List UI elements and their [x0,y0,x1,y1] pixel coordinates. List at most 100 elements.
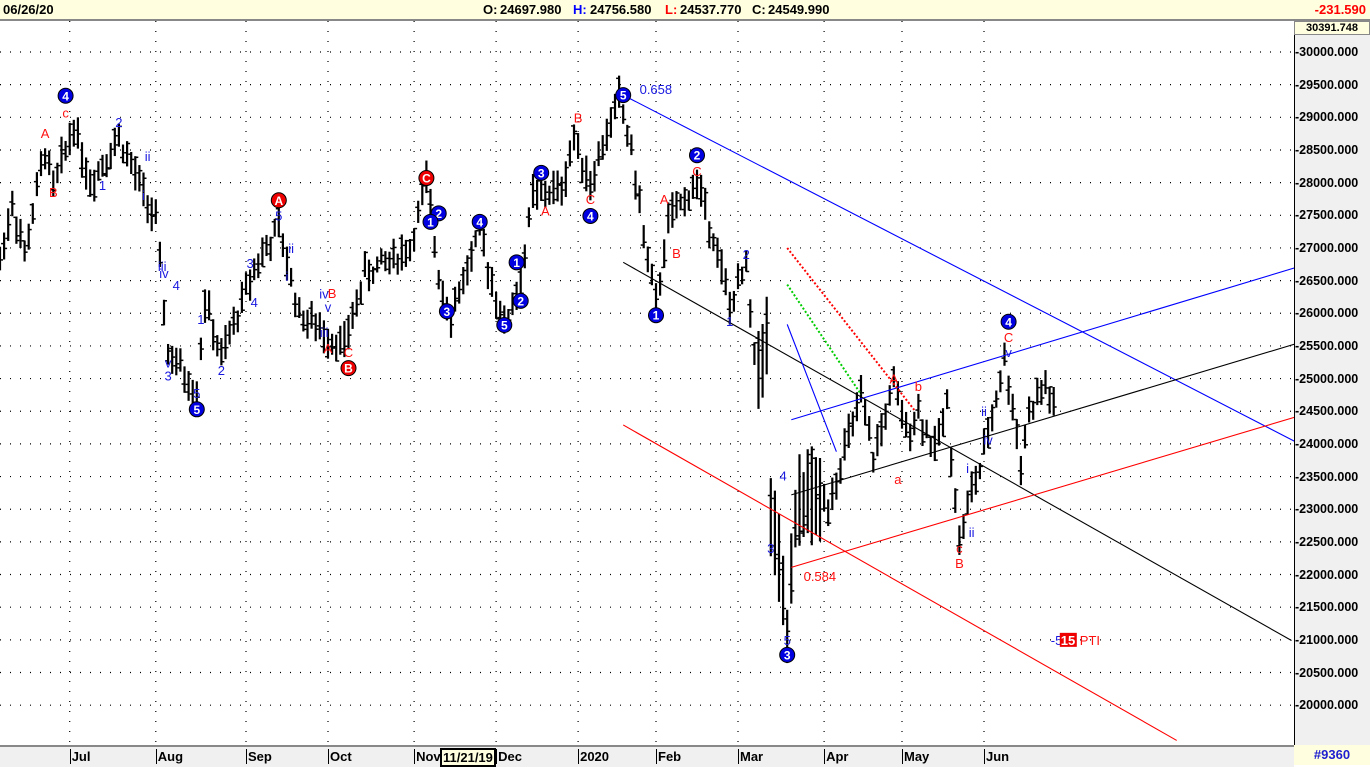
date-axis[interactable]: Jul Aug Sep Oct Nov Dec 2020 Feb Mar Apr May Jun 11/… [0,745,1294,767]
wave-label: i [286,269,289,284]
price-bar [780,555,787,626]
price-bar [706,221,713,249]
price-bar [9,190,16,217]
y-tick-label: -30000.000 [1295,45,1359,59]
wave-label: C [422,172,431,186]
price-bar [304,309,311,339]
price-bar [554,170,561,202]
price-bar [718,249,725,285]
y-tick-label: -24500.000 [1295,404,1359,419]
price-bar [944,389,951,410]
price-bar [821,483,828,512]
price-bar [214,335,221,357]
price-bar [0,246,3,271]
price-bar [185,371,192,401]
wave-label: C [344,345,353,360]
price-bar [579,157,586,184]
wave-label: A [541,204,550,219]
price-axis[interactable]: -20000.000 -20500.000 -21000.000 -21500.000… [1294,21,1370,745]
price-bar [456,281,463,304]
price-bar [1017,455,1024,486]
wave-label: 3 [767,541,774,556]
price-bar [751,342,758,365]
price-bar [1050,387,1057,416]
price-bar [33,172,40,197]
price-bar [648,263,655,286]
wave-label: 4 [476,215,483,229]
wave-label: iii [320,325,329,340]
wave-label: ii [981,404,987,419]
price-bar [394,253,401,275]
price-bar [763,296,770,375]
wave-label: 5 [501,319,508,333]
price-bar [5,208,12,241]
price-bar [398,234,405,271]
price-bar [940,408,946,438]
price-bar [817,458,823,542]
x-tick-label: Oct [328,749,352,764]
price-bar [804,449,811,534]
price-bar [989,404,996,432]
y-tick-label: -28000.000 [1295,175,1359,190]
price-bar [550,170,557,205]
price-bar [210,319,217,351]
price-bar [796,454,803,546]
wave-label: 2 [743,247,750,262]
price-bar [13,216,20,244]
price-chart[interactable]: 4 523413435412215ACBABc BCAABCA bacBCA CB0.5… [0,21,1294,745]
price-bar [628,134,635,156]
price-bar [665,202,672,234]
price-bar [386,251,393,275]
price-bar [489,266,495,297]
x-tick-label: Nov [414,749,441,764]
price-bar [83,157,90,190]
price-bar [25,223,32,250]
wave-label: 3 [784,648,791,662]
price-bar [238,281,245,313]
pti-label: PTI [1080,633,1100,648]
wave-label: 5 [193,386,200,401]
y-tick-label: -23000.000 [1295,502,1359,517]
wave-label: 0.584 [804,569,837,584]
price-bar [808,446,815,546]
price-bar [288,267,295,287]
price-bar [91,169,98,202]
wave-label: 1 [513,256,520,270]
price-bar [226,320,233,345]
axis-top-value: 30391.748 [1294,21,1370,35]
y-tick-label: -20000.000 [1295,698,1359,713]
price-bar [374,256,381,273]
open-value: 24697.980 [500,2,562,17]
y-tick-label: -20500.000 [1295,665,1359,680]
wave-label: a [894,472,902,487]
wave-label: i [966,461,969,476]
x-tick-label: Jun [984,749,1010,764]
price-bar [833,472,840,500]
price-bar [292,292,299,318]
x-tick-label: Sep [246,749,272,764]
wave-label: 2 [218,363,225,378]
trendline [786,283,862,395]
price-bar [366,259,372,292]
y-tick-label: -25500.000 [1295,338,1359,353]
price-bar [681,187,688,217]
price-bar [948,447,955,478]
wave-label: 4 [1005,315,1012,329]
price-bar [128,151,135,175]
y-tick-label: -24000.000 [1295,436,1359,451]
x-tick-label: Jul [69,749,91,764]
price-bar [415,200,422,223]
x-tick-label: Mar [738,749,764,764]
price-bar [120,144,126,164]
price-bar [17,218,24,249]
price-bar [230,306,237,335]
price-bar [841,428,848,461]
price-bar [685,190,692,211]
price-bar [1,232,8,260]
price-bar [144,195,151,224]
price-bar [1022,424,1028,449]
wave-label: 2 [517,294,524,308]
wave-label: 4 [779,468,786,483]
price-bar [1042,370,1049,395]
x-tick-label: Apr [824,749,849,764]
